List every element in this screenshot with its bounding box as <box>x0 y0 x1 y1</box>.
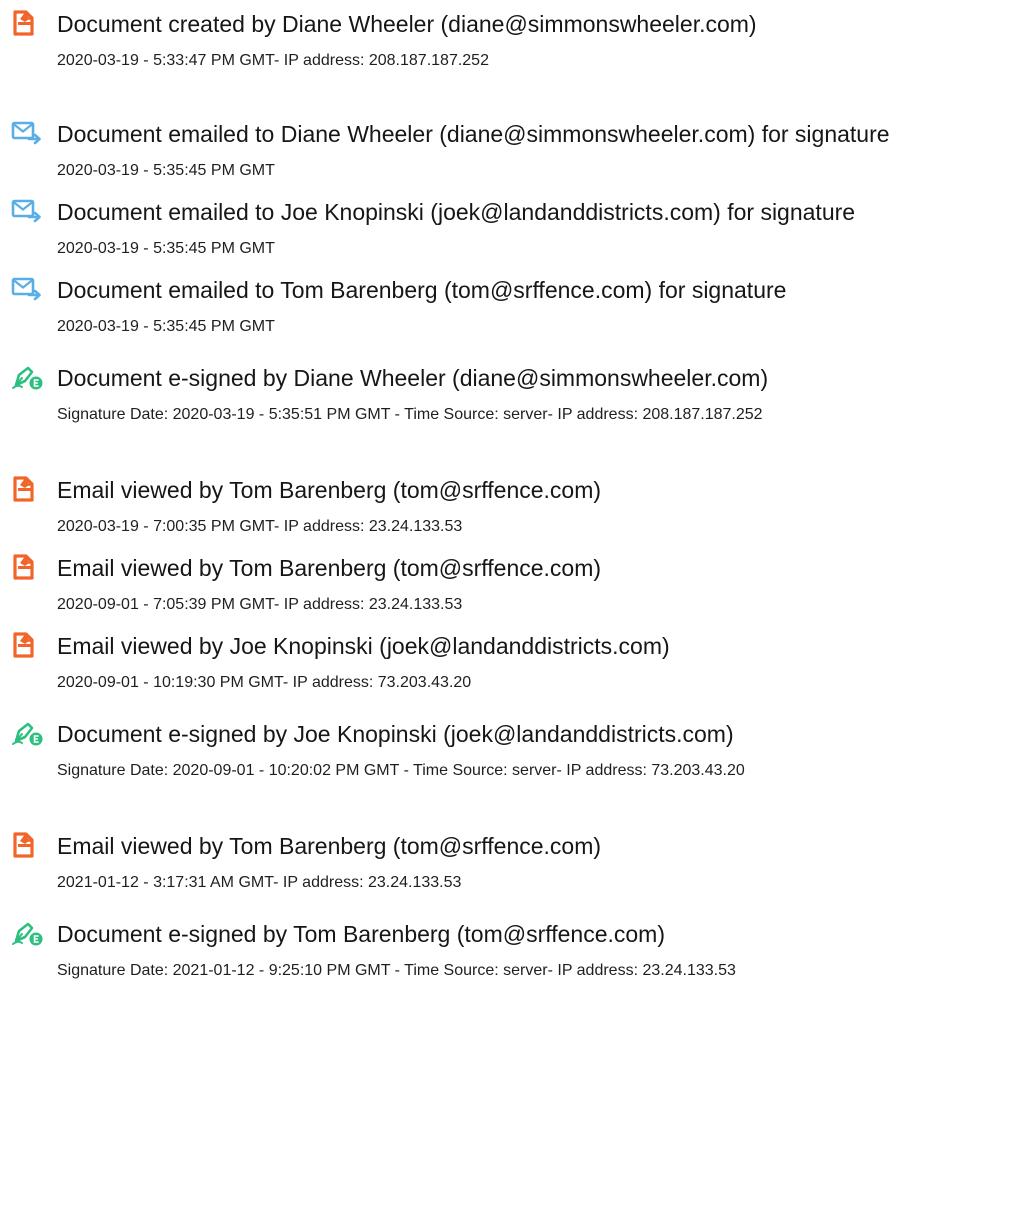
event-detail: 2021-01-12 - 3:17:31 AM GMT- IP address:… <box>57 874 462 891</box>
audit-event: Email viewed by Joe Knopinski (joek@land… <box>0 622 1024 712</box>
audit-event: Email viewed by Tom Barenberg (tom@srffe… <box>0 466 1024 556</box>
e-signed-pen-icon <box>10 918 44 948</box>
event-detail: 2020-09-01 - 10:19:30 PM GMT- IP address… <box>57 674 472 691</box>
audit-event: Document created by Diane Wheeler (diane… <box>0 0 1024 90</box>
event-detail: 2020-03-19 - 5:35:45 PM GMT <box>57 318 275 335</box>
email-sent-icon <box>10 196 44 226</box>
event-title: Email viewed by Tom Barenberg (tom@srffe… <box>57 477 602 503</box>
event-detail: 2020-03-19 - 5:35:45 PM GMT <box>57 240 275 257</box>
event-title: Document emailed to Diane Wheeler (diane… <box>57 121 890 147</box>
event-title: Document e-signed by Diane Wheeler (dian… <box>57 365 769 391</box>
event-detail: Signature Date: 2021-01-12 - 9:25:10 PM … <box>57 962 736 979</box>
e-signed-pen-icon <box>10 718 44 748</box>
audit-event: Document emailed to Diane Wheeler (diane… <box>0 110 1024 200</box>
event-title: Document created by Diane Wheeler (diane… <box>57 11 757 37</box>
event-title: Document emailed to Tom Barenberg (tom@s… <box>57 277 787 303</box>
audit-event: Document emailed to Joe Knopinski (joek@… <box>0 188 1024 278</box>
event-title: Email viewed by Tom Barenberg (tom@srffe… <box>57 833 602 859</box>
audit-event: Document e-signed by Diane Wheeler (dian… <box>0 354 1024 444</box>
audit-event: Email viewed by Tom Barenberg (tom@srffe… <box>0 822 1024 912</box>
document-viewed-icon <box>10 830 44 860</box>
document-created-icon <box>10 8 44 38</box>
email-sent-icon <box>10 118 44 148</box>
document-viewed-icon <box>10 474 44 504</box>
audit-event: Email viewed by Tom Barenberg (tom@srffe… <box>0 544 1024 634</box>
document-viewed-icon <box>10 630 44 660</box>
email-sent-icon <box>10 274 44 304</box>
event-title: Document e-signed by Tom Barenberg (tom@… <box>57 921 665 947</box>
e-signed-pen-icon <box>10 362 44 392</box>
audit-event: Document emailed to Tom Barenberg (tom@s… <box>0 266 1024 356</box>
event-title: Document emailed to Joe Knopinski (joek@… <box>57 199 856 225</box>
event-detail: Signature Date: 2020-03-19 - 5:35:51 PM … <box>57 406 763 423</box>
event-title: Document e-signed by Joe Knopinski (joek… <box>57 721 734 747</box>
audit-event: Document e-signed by Tom Barenberg (tom@… <box>0 910 1024 1000</box>
audit-event: Document e-signed by Joe Knopinski (joek… <box>0 710 1024 800</box>
event-title: Email viewed by Tom Barenberg (tom@srffe… <box>57 555 602 581</box>
event-detail: 2020-03-19 - 5:33:47 PM GMT- IP address:… <box>57 52 489 69</box>
document-viewed-icon <box>10 552 44 582</box>
event-detail: 2020-03-19 - 5:35:45 PM GMT <box>57 162 275 179</box>
event-title: Email viewed by Joe Knopinski (joek@land… <box>57 633 670 659</box>
event-detail: 2020-09-01 - 7:05:39 PM GMT- IP address:… <box>57 596 463 613</box>
event-detail: 2020-03-19 - 7:00:35 PM GMT- IP address:… <box>57 518 463 535</box>
event-detail: Signature Date: 2020-09-01 - 10:20:02 PM… <box>57 762 745 779</box>
